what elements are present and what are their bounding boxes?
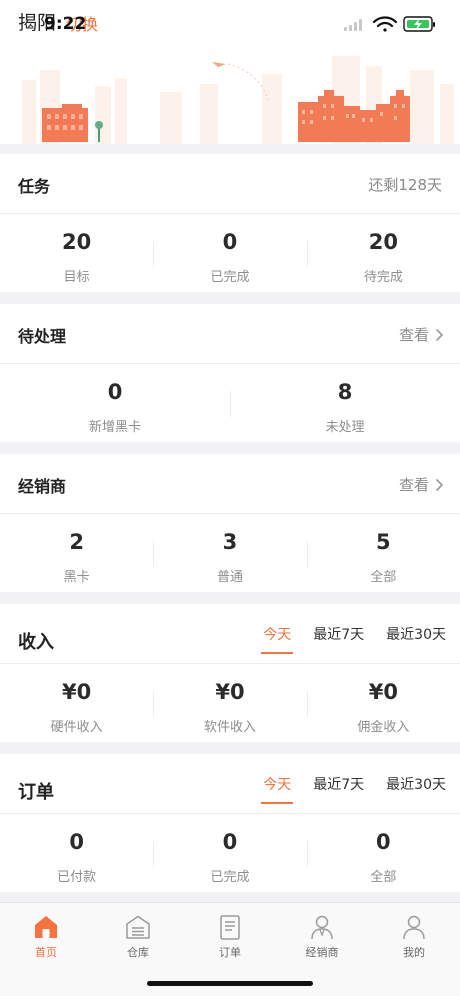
tabbar-label: 经销商 [305, 946, 339, 959]
pending-stat-unprocessed[interactable]: 8 未处理 [230, 364, 460, 442]
orders-title: 订单 [18, 782, 54, 803]
task-stat-pending: 20 待完成 [306, 214, 460, 292]
orders-tab-7days[interactable]: 最近7天 [313, 774, 364, 804]
task-card: 任务 还剩128天 20 目标 0 已完成 20 待完成 [0, 154, 460, 292]
stat-value: 20 [368, 230, 398, 254]
view-label: 查看 [398, 476, 429, 494]
dealer-stat-normal[interactable]: 3 普通 [153, 514, 306, 592]
stat-value: 8 [337, 380, 353, 404]
document-icon [220, 915, 240, 940]
task-title: 任务 [18, 177, 51, 196]
income-period-tabs: 今天 最近7天 最近30天 [241, 624, 446, 654]
income-tab-30days[interactable]: 最近30天 [386, 624, 446, 654]
stat-label: 黑卡 [63, 570, 90, 585]
stat-value: 0 [376, 830, 391, 854]
dealer-stat-black-card[interactable]: 2 黑卡 [0, 514, 153, 592]
stat-label: 已完成 [210, 270, 250, 285]
stat-label: 目标 [63, 270, 90, 285]
home-icon [35, 916, 57, 938]
orders-stats: 0 已付款 0 已完成 0 全部 [0, 814, 460, 892]
dealer-view-link[interactable]: 查看 [399, 474, 444, 495]
orders-stat-all[interactable]: 0 全部 [306, 814, 460, 892]
dealer-card-header[interactable]: 经销商 查看 [0, 454, 460, 514]
stat-value: 0 [107, 380, 123, 404]
pending-card-header[interactable]: 待处理 查看 [0, 304, 460, 364]
orders-card-header: 订单 今天 最近7天 最近30天 [0, 754, 460, 814]
stat-label: 佣金收入 [357, 720, 410, 735]
stat-label: 已完成 [210, 870, 250, 885]
tabbar-item-profile[interactable]: 我的 [368, 903, 460, 996]
stat-label: 全部 [370, 870, 397, 885]
stat-label: 全部 [370, 570, 397, 585]
income-tab-today[interactable]: 今天 [261, 624, 294, 654]
orders-stat-completed[interactable]: 0 已完成 [153, 814, 306, 892]
stat-label: 已付款 [57, 870, 97, 885]
stat-value: 0 [69, 830, 84, 854]
view-label: 查看 [398, 326, 429, 344]
task-stat-target: 20 目标 [0, 214, 153, 292]
dealer-stats: 2 黑卡 3 普通 5 全部 [0, 514, 460, 592]
income-stat-hardware: ¥0 硬件收入 [0, 664, 153, 742]
status-bar: 揭阳 切换 9:22 [0, 0, 460, 44]
income-card-header: 收入 今天 最近7天 最近30天 [0, 604, 460, 664]
income-card: 收入 今天 最近7天 最近30天 ¥0 硬件收入 ¥0 软件收入 ¥0 佣金收入 [0, 604, 460, 742]
stat-value: 5 [376, 530, 391, 554]
income-tab-7days[interactable]: 最近7天 [313, 624, 364, 654]
task-stats: 20 目标 0 已完成 20 待完成 [0, 214, 460, 292]
dealer-card: 经销商 查看 2 黑卡 3 普通 5 全部 [0, 454, 460, 592]
stat-label: 新增黑卡 [88, 420, 141, 435]
stat-value: ¥0 [368, 680, 398, 704]
stat-label: 硬件收入 [50, 720, 103, 735]
income-stat-commission: ¥0 佣金收入 [306, 664, 460, 742]
dealer-stat-all[interactable]: 5 全部 [306, 514, 460, 592]
dealer-icon [311, 915, 333, 940]
orders-period-tabs: 今天 最近7天 最近30天 [241, 774, 446, 804]
chevron-right-icon [435, 328, 444, 341]
pending-stat-new-black-card[interactable]: 0 新增黑卡 [0, 364, 230, 442]
chevron-right-icon [435, 478, 444, 491]
task-stat-completed: 0 已完成 [153, 214, 306, 292]
stat-value: 20 [62, 230, 92, 254]
task-card-header: 任务 还剩128天 [0, 154, 460, 214]
dealer-title: 经销商 [18, 477, 67, 496]
orders-card: 订单 今天 最近7天 最近30天 0 已付款 0 已完成 0 全部 [0, 754, 460, 892]
tabbar-label: 首页 [35, 946, 57, 959]
tabbar-label: 订单 [219, 946, 241, 959]
status-icons [344, 16, 435, 32]
income-stat-software: ¥0 软件收入 [153, 664, 306, 742]
pending-card: 待处理 查看 0 新增黑卡 8 未处理 [0, 304, 460, 442]
home-indicator[interactable] [147, 981, 313, 986]
stat-label: 软件收入 [203, 720, 256, 735]
orders-tab-30days[interactable]: 最近30天 [386, 774, 446, 804]
stat-label: 未处理 [325, 420, 365, 435]
header-hero: 揭阳 切换 9:22 [0, 0, 460, 144]
signal-icon [344, 19, 362, 31]
battery-icon [403, 16, 435, 32]
tabbar-label: 仓库 [127, 946, 149, 959]
stat-value: ¥0 [62, 680, 92, 704]
stat-label: 普通 [216, 570, 243, 585]
profile-icon [403, 915, 425, 940]
status-time: 9:22 [44, 14, 87, 34]
stat-value: ¥0 [215, 680, 245, 704]
stat-value: 3 [222, 530, 238, 554]
task-remaining-days: 还剩128天 [368, 176, 442, 194]
stat-label: 待完成 [363, 270, 403, 285]
income-title: 收入 [18, 632, 54, 653]
wifi-icon [372, 16, 398, 32]
tabbar-label: 我的 [403, 946, 425, 959]
income-stats: ¥0 硬件收入 ¥0 软件收入 ¥0 佣金收入 [0, 664, 460, 742]
tabbar-item-home[interactable]: 首页 [0, 903, 92, 996]
orders-tab-today[interactable]: 今天 [261, 774, 294, 804]
orders-stat-paid[interactable]: 0 已付款 [0, 814, 153, 892]
pending-title: 待处理 [18, 327, 67, 346]
city-skyline-illustration [22, 56, 454, 144]
pending-stats: 0 新增黑卡 8 未处理 [0, 364, 460, 442]
pending-view-link[interactable]: 查看 [399, 324, 444, 345]
stat-value: 0 [222, 230, 238, 254]
warehouse-icon [126, 915, 150, 939]
stat-value: 0 [222, 830, 238, 854]
stat-value: 2 [69, 530, 84, 554]
